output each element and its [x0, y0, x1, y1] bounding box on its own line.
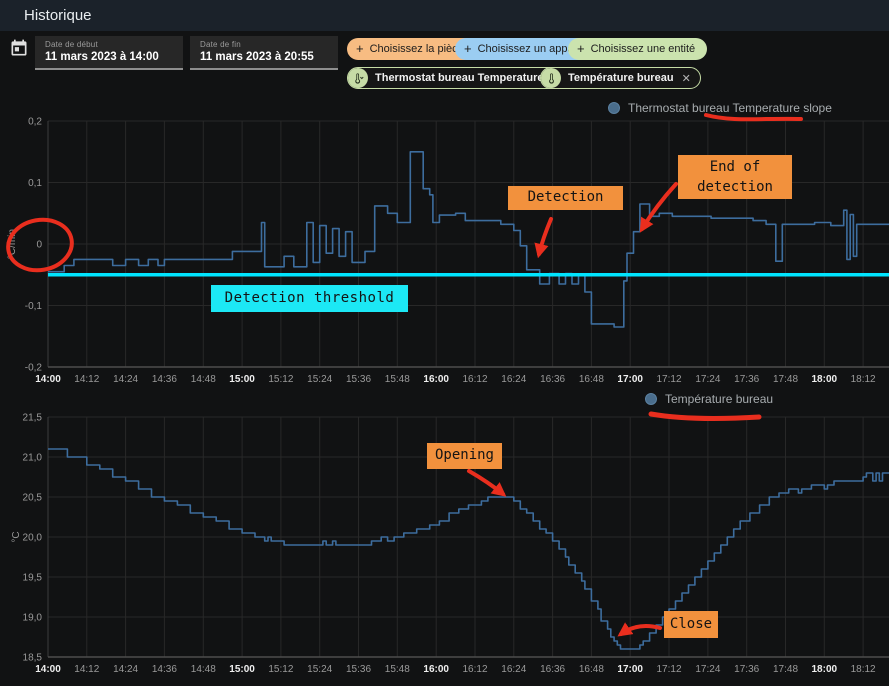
x-tick-label: 16:00: [423, 664, 449, 675]
x-tick-label: 14:24: [113, 374, 138, 385]
x-tick-label: 14:36: [152, 664, 177, 675]
x-tick-label: 14:48: [191, 664, 216, 675]
x-tick-label: 18:00: [812, 374, 838, 385]
x-tick-label: 16:48: [579, 374, 604, 385]
y-tick-label: 21,5: [23, 413, 43, 424]
y-tick-label: 19,5: [23, 573, 43, 584]
x-tick-label: 14:00: [35, 374, 61, 385]
annotation-opening: Opening: [427, 443, 502, 469]
x-tick-label: 17:36: [734, 374, 759, 385]
y-tick-label: 0,1: [28, 178, 42, 189]
x-tick-label: 16:24: [501, 664, 526, 675]
charts-canvas: 14:00 14:12 14:24 14:36 14:48 15:00 15:12 15:24…: [0, 0, 889, 686]
annotation-end-of-detection: End of detection: [678, 155, 792, 199]
y-tick-label: 0: [36, 240, 42, 251]
y-tick-label: 19,0: [23, 613, 43, 624]
x-tick-label: 15:36: [346, 664, 371, 675]
x-tick-label: 18:12: [851, 664, 876, 675]
x-tick-label: 14:24: [113, 664, 138, 675]
x-tick-label: 18:12: [851, 374, 876, 385]
x-tick-label: 15:48: [385, 374, 410, 385]
y-tick-label: 18,5: [23, 653, 43, 664]
x-tick-label: 16:00: [423, 374, 449, 385]
x-tick-label: 16:12: [462, 374, 487, 385]
annotation-detection-threshold: Detection threshold: [211, 285, 408, 312]
x-tick-label: 14:12: [74, 374, 99, 385]
x-tick-label: 15:36: [346, 374, 371, 385]
x-tick-label: 15:12: [268, 374, 293, 385]
annotation-end-line2: detection: [697, 177, 773, 197]
y-tick-label: -0,2: [25, 363, 43, 374]
x-tick-label: 16:36: [540, 664, 565, 675]
x-tick-label: 14:48: [191, 374, 216, 385]
x-tick-label: 17:48: [773, 664, 798, 675]
x-tick-label: 17:00: [617, 664, 643, 675]
x-tick-label: 17:12: [656, 664, 681, 675]
x-tick-label: 17:24: [695, 374, 720, 385]
x-tick-label: 15:48: [385, 664, 410, 675]
x-tick-label: 14:00: [35, 664, 61, 675]
y-tick-label: 21,0: [23, 453, 43, 464]
x-tick-label: 17:00: [617, 374, 643, 385]
x-tick-label: 17:48: [773, 374, 798, 385]
x-tick-label: 15:00: [229, 374, 255, 385]
y-tick-label: 20,0: [23, 533, 43, 544]
x-tick-label: 14:36: [152, 374, 177, 385]
x-tick-label: 16:48: [579, 664, 604, 675]
annotation-close: Close: [664, 611, 718, 638]
x-tick-label: 16:36: [540, 374, 565, 385]
x-tick-label: 17:12: [656, 374, 681, 385]
annotation-detection: Detection: [508, 186, 623, 210]
x-tick-label: 17:24: [695, 664, 720, 675]
x-tick-label: 15:12: [268, 664, 293, 675]
x-tick-label: 15:00: [229, 664, 255, 675]
annotation-end-line1: End of: [710, 157, 761, 177]
y-tick-label: -0,1: [25, 301, 43, 312]
x-tick-label: 14:12: [74, 664, 99, 675]
x-tick-label: 18:00: [812, 664, 838, 675]
y-axis-unit: °C: [11, 531, 22, 542]
y-tick-label: 20,5: [23, 493, 43, 504]
y-tick-label: 0,2: [28, 117, 42, 128]
x-tick-label: 15:24: [307, 374, 332, 385]
x-tick-label: 16:24: [501, 374, 526, 385]
x-tick-label: 16:12: [462, 664, 487, 675]
x-tick-label: 17:36: [734, 664, 759, 675]
y-axis-unit: °C/min: [7, 229, 18, 259]
x-tick-label: 15:24: [307, 664, 332, 675]
